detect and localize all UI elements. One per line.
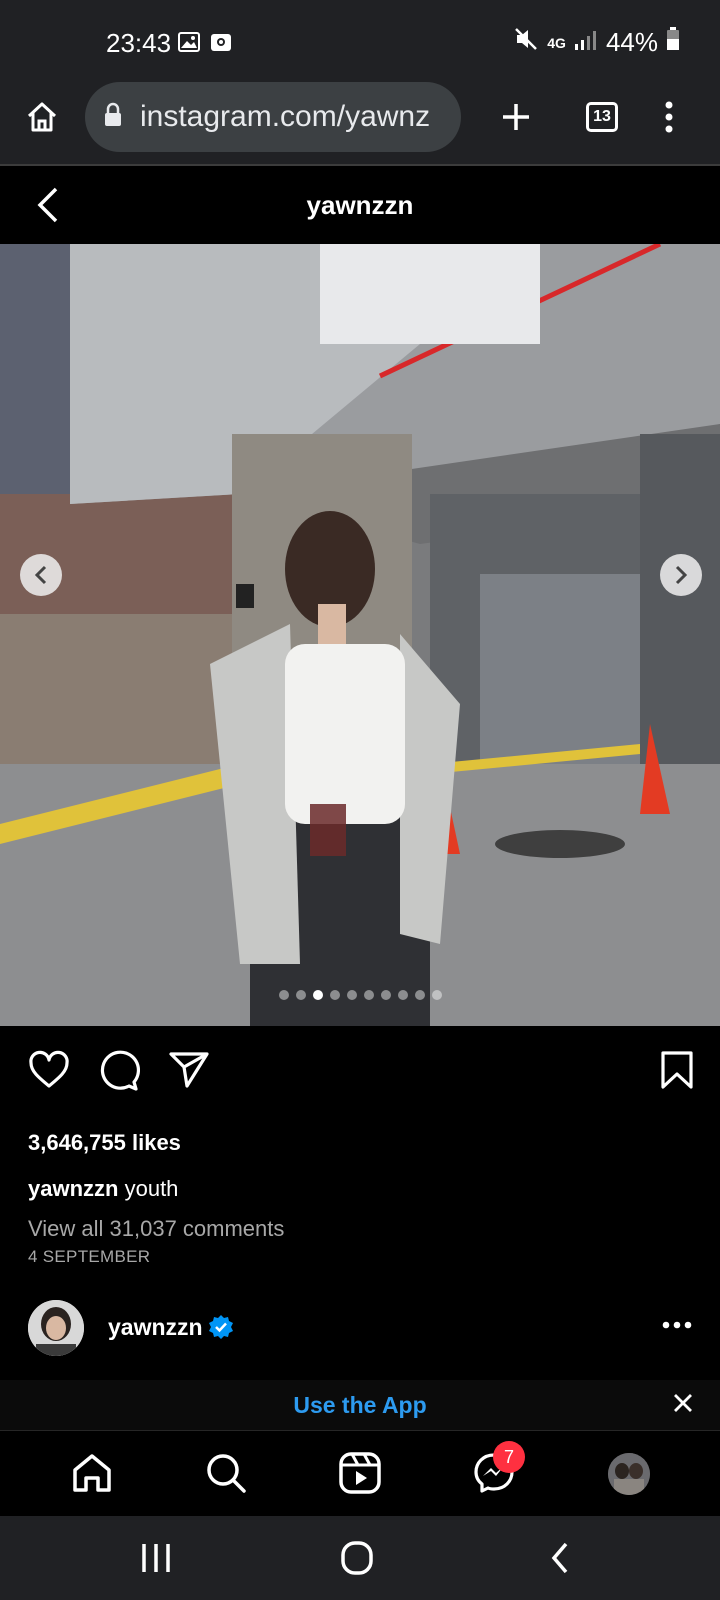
recent-apps-icon bbox=[142, 1544, 170, 1572]
battery-percent: 44% bbox=[605, 27, 658, 57]
carousel-dot bbox=[329, 990, 340, 1000]
home-icon bbox=[27, 102, 57, 132]
battery-icon bbox=[666, 27, 680, 58]
more-horizontal-icon bbox=[662, 1321, 692, 1329]
mute-icon bbox=[513, 26, 539, 59]
browser-toolbar: instagram.com/yawnz 13 bbox=[0, 82, 720, 166]
carousel-dot bbox=[363, 990, 374, 1000]
post-date: 4 SEPTEMBER bbox=[28, 1247, 151, 1266]
caption: yawnzzn youth bbox=[28, 1176, 178, 1202]
home-circle-icon bbox=[341, 1541, 373, 1575]
caption-username[interactable]: yawnzzn bbox=[28, 1176, 118, 1201]
carousel-dot bbox=[295, 990, 306, 1000]
carousel-dot bbox=[346, 990, 357, 1000]
system-navigation-bar bbox=[0, 1516, 720, 1600]
carousel-dot bbox=[380, 990, 391, 1000]
network-type: 4G bbox=[547, 34, 566, 51]
nav-reels[interactable] bbox=[338, 1451, 382, 1500]
tab-count: 13 bbox=[586, 102, 618, 132]
kebab-menu-icon bbox=[665, 101, 673, 133]
view-comments-link[interactable]: View all 31,037 comments bbox=[28, 1216, 284, 1242]
paper-plane-icon bbox=[169, 1052, 209, 1088]
carousel-prev-button[interactable] bbox=[20, 554, 62, 596]
app-banner: Use the App bbox=[0, 1380, 720, 1430]
use-app-link[interactable]: Use the App bbox=[0, 1392, 720, 1419]
carousel-dot bbox=[278, 990, 289, 1000]
system-back-button[interactable] bbox=[548, 1538, 572, 1583]
close-icon bbox=[674, 1394, 692, 1412]
carousel-dot bbox=[397, 990, 408, 1000]
status-time: 23:43 bbox=[106, 28, 172, 58]
carousel-indicator bbox=[0, 990, 720, 1000]
messages-badge: 7 bbox=[493, 1441, 525, 1473]
avatar[interactable] bbox=[28, 1300, 84, 1356]
url-text: instagram.com/yawnz bbox=[140, 100, 431, 133]
verified-badge-icon bbox=[208, 1314, 234, 1345]
chevron-right-icon bbox=[675, 565, 688, 585]
author-username[interactable]: yawnzzn bbox=[108, 1314, 203, 1341]
browser-menu-button[interactable] bbox=[654, 82, 684, 152]
url-bar[interactable]: instagram.com/yawnz bbox=[85, 82, 461, 152]
signal-icon bbox=[574, 27, 598, 58]
like-button[interactable] bbox=[28, 1050, 70, 1095]
carousel-dot bbox=[414, 990, 425, 1000]
post-photo[interactable] bbox=[0, 244, 720, 1026]
banner-close-button[interactable] bbox=[672, 1392, 694, 1419]
recent-apps-button[interactable] bbox=[140, 1538, 172, 1583]
camera-notification-icon bbox=[210, 32, 232, 57]
save-button[interactable] bbox=[660, 1050, 694, 1095]
bookmark-icon bbox=[661, 1051, 693, 1089]
back-chevron-icon bbox=[551, 1542, 568, 1574]
search-icon bbox=[207, 1454, 246, 1493]
browser-home-button[interactable] bbox=[20, 82, 64, 152]
plus-icon bbox=[503, 104, 529, 130]
likes-count[interactable]: 3,646,755 likes bbox=[28, 1130, 181, 1156]
photo-illustration bbox=[0, 244, 720, 1026]
share-button[interactable] bbox=[168, 1050, 210, 1095]
caption-text: youth bbox=[124, 1176, 179, 1201]
carousel-dot bbox=[312, 990, 323, 1000]
lock-icon bbox=[103, 102, 123, 133]
home-icon bbox=[73, 1454, 111, 1492]
nav-profile-avatar[interactable] bbox=[608, 1453, 650, 1495]
post-actions bbox=[0, 1050, 720, 1110]
more-options-button[interactable] bbox=[662, 1316, 692, 1334]
comment-bubble-icon bbox=[100, 1050, 141, 1091]
carousel-dot bbox=[431, 990, 442, 1000]
gallery-icon bbox=[178, 32, 200, 57]
nav-search[interactable] bbox=[204, 1451, 248, 1500]
bottom-navigation: 7 bbox=[0, 1430, 720, 1516]
chevron-left-icon bbox=[34, 565, 47, 585]
nav-home[interactable] bbox=[70, 1451, 114, 1500]
comment-button[interactable] bbox=[98, 1050, 141, 1097]
author-row: yawnzzn bbox=[0, 1300, 720, 1358]
heart-icon bbox=[29, 1050, 69, 1088]
tab-switcher-button[interactable]: 13 bbox=[584, 82, 620, 152]
carousel-next-button[interactable] bbox=[660, 554, 702, 596]
post-header: yawnzzn bbox=[0, 168, 720, 244]
reels-icon bbox=[339, 1452, 381, 1494]
system-home-button[interactable] bbox=[340, 1538, 374, 1583]
status-bar: 23:43 4G 44% bbox=[0, 0, 720, 82]
page-title: yawnzzn bbox=[306, 190, 414, 220]
new-tab-button[interactable] bbox=[494, 82, 538, 152]
